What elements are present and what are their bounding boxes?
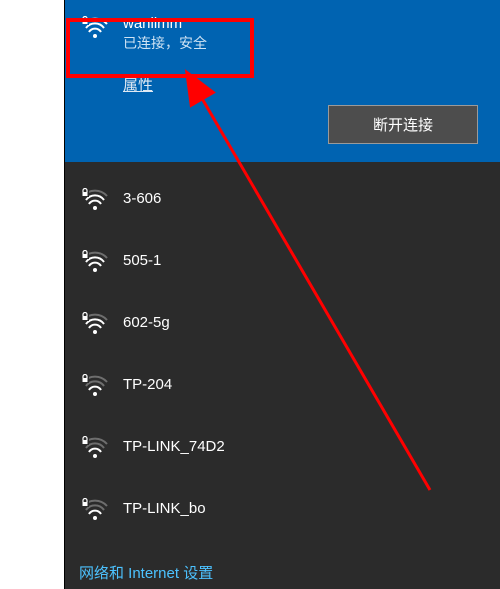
- disconnect-button[interactable]: 断开连接: [328, 105, 478, 144]
- wifi-secured-icon: [81, 312, 109, 336]
- connected-network-text: wanlimm 已连接，安全: [123, 14, 207, 52]
- network-name: TP-LINK_bo: [123, 500, 206, 517]
- connected-network-section[interactable]: wanlimm 已连接，安全 属性 断开连接: [65, 0, 500, 162]
- network-item[interactable]: TP-LINK_bo: [65, 478, 500, 540]
- connected-network-name: wanlimm: [123, 14, 207, 34]
- network-name: 3-606: [123, 190, 161, 207]
- network-name: TP-204: [123, 376, 172, 393]
- connected-network-header: wanlimm 已连接，安全: [81, 14, 484, 52]
- wifi-secured-icon: [81, 16, 109, 40]
- network-name: TP-LINK_74D2: [123, 438, 225, 455]
- network-item[interactable]: TP-LINK_74D2: [65, 416, 500, 478]
- wifi-secured-icon: [81, 436, 109, 460]
- wifi-secured-icon: [81, 374, 109, 398]
- network-item[interactable]: 3-606: [65, 168, 500, 230]
- wifi-flyout-panel: wanlimm 已连接，安全 属性 断开连接 3-606 505-1: [64, 0, 500, 589]
- connected-network-status: 已连接，安全: [123, 34, 207, 52]
- network-item[interactable]: 505-1: [65, 230, 500, 292]
- network-item[interactable]: TP-204: [65, 354, 500, 416]
- network-name: 602-5g: [123, 314, 170, 331]
- properties-link[interactable]: 属性: [123, 74, 153, 95]
- network-name: 505-1: [123, 252, 161, 269]
- disconnect-row: 断开连接: [81, 105, 484, 144]
- wifi-secured-icon: [81, 250, 109, 274]
- wifi-secured-icon: [81, 188, 109, 212]
- network-item[interactable]: 602-5g: [65, 292, 500, 354]
- available-networks-list: 3-606 505-1 602-5g TP-204: [65, 162, 500, 540]
- wifi-secured-icon: [81, 498, 109, 522]
- network-settings-link[interactable]: 网络和 Internet 设置: [79, 562, 213, 583]
